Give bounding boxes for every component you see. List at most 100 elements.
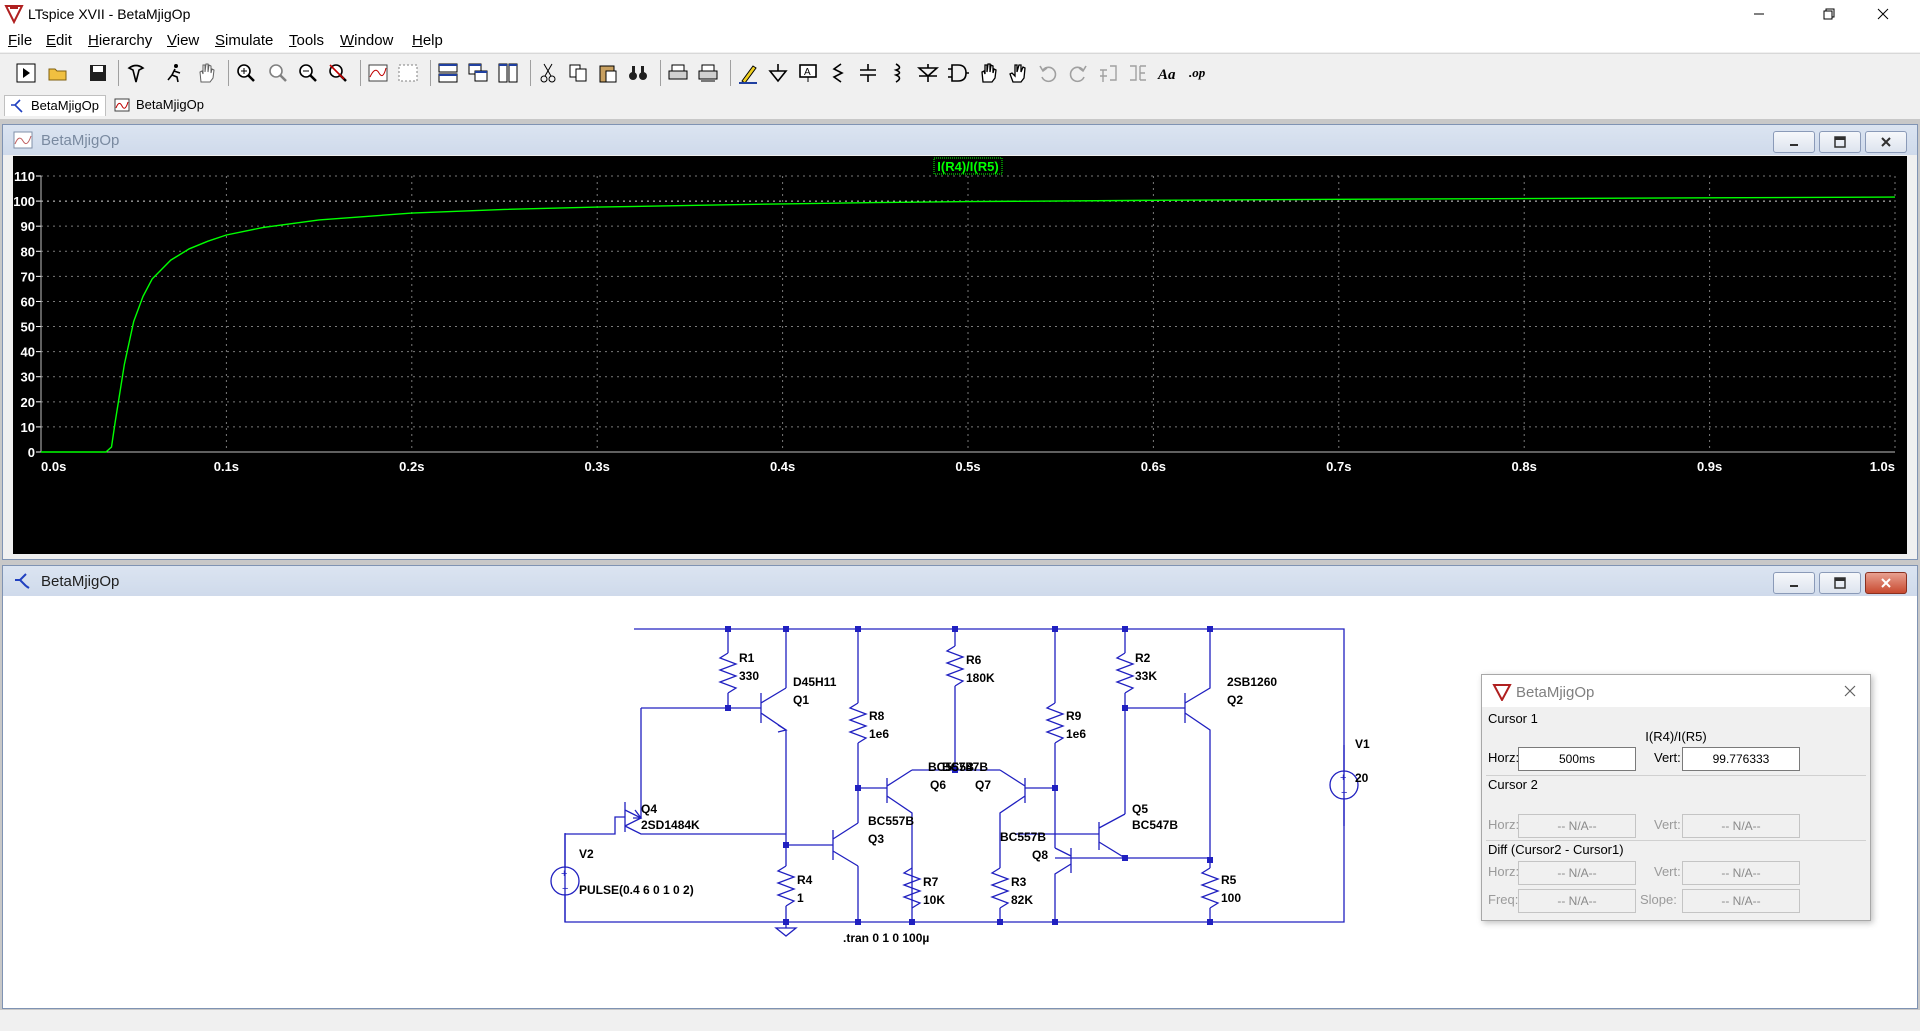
control-panel-button[interactable] [124, 61, 148, 85]
pan-button[interactable] [194, 61, 218, 85]
y-tick-label: 30 [21, 370, 35, 385]
restore-button[interactable] [1806, 0, 1852, 28]
document-tabs: BetaMjigOp BetaMjigOp [0, 92, 1920, 119]
save-button[interactable] [86, 61, 110, 85]
move-button[interactable] [976, 61, 1000, 85]
svg-text:−: − [1341, 787, 1347, 799]
menu-simulate[interactable]: Simulate [215, 32, 273, 49]
spice-directive-icon: .op [1189, 65, 1206, 80]
run-button[interactable] [14, 61, 38, 85]
tile-vertical-icon [498, 63, 518, 83]
q5-model: BC547B [1132, 818, 1178, 832]
diff-freq-label: Freq: [1488, 892, 1519, 907]
v1-value: 20 [1355, 771, 1369, 785]
print-button[interactable] [666, 61, 690, 85]
q1-name: Q1 [793, 693, 809, 707]
menu-edit[interactable]: Edit [46, 32, 72, 49]
waveform-minimize-button[interactable] [1773, 131, 1815, 153]
menu-view[interactable]: View [167, 32, 199, 49]
zoom-in-button[interactable] [234, 61, 258, 85]
print-setup-button[interactable] [696, 61, 720, 85]
copy-button[interactable] [566, 61, 590, 85]
q4-name: Q4 [641, 802, 657, 816]
r2-name: R2 [1135, 651, 1151, 665]
menu-file[interactable]: File [8, 32, 32, 49]
waveform-plot[interactable]: 0.0s 0.1s 0.2s 0.3s 0.4s 0.5s 0.6s 0.7s 0.8s 0.9s… [13, 156, 1907, 554]
grid-button[interactable] [396, 61, 420, 85]
diode-icon [917, 64, 939, 82]
menu-window[interactable]: Window [340, 32, 393, 49]
ground-button[interactable] [766, 61, 790, 85]
rotate-button[interactable] [1096, 61, 1120, 85]
drag-button[interactable] [1006, 61, 1030, 85]
draw-wire-button[interactable] [736, 61, 760, 85]
redo-button[interactable] [1066, 61, 1090, 85]
open-button[interactable] [46, 61, 70, 85]
autorange-button[interactable] [366, 61, 390, 85]
waveform-maximize-button[interactable] [1819, 131, 1861, 153]
y-tick-label: 90 [21, 219, 35, 234]
trace-label[interactable]: I(R4)/I(R5) [937, 159, 998, 174]
schematic-minimize-button[interactable] [1773, 572, 1815, 594]
cursor-dialog-titlebar[interactable]: BetaMjigOp [1482, 675, 1870, 707]
cursor2-vert-field: -- N/A-- [1682, 814, 1800, 838]
q7-model: BC547B [942, 760, 988, 774]
mirror-button[interactable] [1126, 61, 1150, 85]
inductor-button[interactable] [886, 61, 910, 85]
x-tick-label: 0.2s [399, 459, 424, 474]
tile-vertical-button[interactable] [496, 61, 520, 85]
menu-help[interactable]: Help [412, 32, 443, 49]
schematic-close-button[interactable] [1865, 572, 1907, 594]
minimize-icon [1790, 585, 1798, 587]
text-button[interactable]: Aa [1156, 61, 1180, 85]
waveform-close-button[interactable] [1865, 131, 1907, 153]
q7-name: Q7 [975, 778, 991, 792]
minimize-button[interactable] [1736, 0, 1782, 28]
find-button[interactable] [626, 61, 650, 85]
zoom-full-icon [299, 64, 317, 82]
zoom-full-button[interactable] [296, 61, 320, 85]
r9-name: R9 [1066, 709, 1082, 723]
schematic-window-titlebar[interactable]: BetaMjigOp [3, 566, 1917, 596]
label-net-button[interactable]: A [796, 61, 820, 85]
tab-waveform[interactable]: BetaMjigOp [110, 95, 210, 115]
run-man-icon [167, 64, 181, 83]
capacitor-icon [860, 64, 876, 82]
x-tick-label: 0.3s [585, 459, 610, 474]
spice-directive-button[interactable]: .op [1186, 61, 1210, 85]
halt-button[interactable] [162, 61, 186, 85]
resistor-button[interactable] [826, 61, 850, 85]
copy-icon [569, 64, 587, 82]
zoom-out-button[interactable] [266, 61, 290, 85]
capacitor-button[interactable] [856, 61, 880, 85]
diode-button[interactable] [916, 61, 940, 85]
tab-schematic[interactable]: BetaMjigOp [4, 95, 106, 116]
schematic-maximize-button[interactable] [1819, 572, 1861, 594]
paste-button[interactable] [596, 61, 620, 85]
q4-model: 2SD1484K [641, 818, 700, 832]
r3-name: R3 [1011, 875, 1027, 889]
minimize-icon [1790, 144, 1798, 146]
svg-text:A: A [804, 67, 811, 78]
tran-directive[interactable]: .tran 0 1 0 100µ [843, 931, 929, 945]
cursor1-vert-field[interactable]: 99.776333 [1682, 747, 1800, 771]
y-tick-label: 80 [21, 244, 35, 259]
undo-button[interactable] [1036, 61, 1060, 85]
cascade-button[interactable] [466, 61, 490, 85]
close-button[interactable] [1860, 0, 1906, 28]
tile-horizontal-button[interactable] [436, 61, 460, 85]
separator [530, 60, 531, 86]
component-button[interactable] [946, 61, 970, 85]
cursor1-horz-field[interactable]: 500ms [1518, 747, 1636, 771]
close-icon[interactable] [1842, 683, 1858, 699]
ground-icon [768, 64, 788, 83]
r7-value: 10K [923, 893, 945, 907]
zoom-cancel-button[interactable] [326, 61, 350, 85]
schematic-window: BetaMjigOp R1 330 R2 33K R3 82K R4 1 R5 … [2, 565, 1918, 1009]
minimize-icon [1754, 13, 1764, 15]
cut-button[interactable] [536, 61, 560, 85]
waveform-window-titlebar[interactable]: BetaMjigOp [3, 125, 1917, 155]
menu-hierarchy[interactable]: Hierarchy [88, 32, 152, 49]
separator [118, 60, 119, 86]
menu-tools[interactable]: Tools [289, 32, 324, 49]
